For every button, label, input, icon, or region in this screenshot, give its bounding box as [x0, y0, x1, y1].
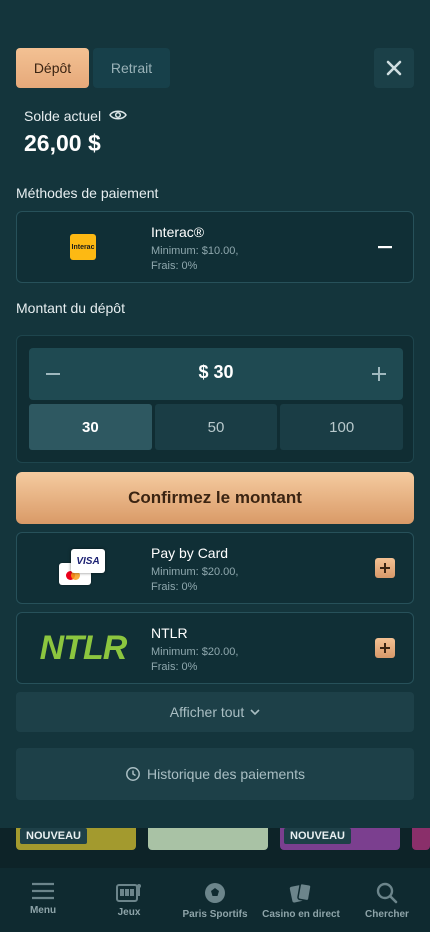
nav-sports-betting[interactable]: Paris Sportifs	[172, 868, 258, 932]
amount-panel: $ 30 30 50 100	[16, 335, 414, 463]
game-tile[interactable]: NOUVEAU	[16, 828, 136, 850]
history-icon	[126, 767, 140, 781]
nav-games[interactable]: Jeux	[86, 868, 172, 932]
nav-label: Casino en direct	[262, 909, 340, 920]
amount-presets: 30 50 100	[29, 404, 404, 450]
payment-history-button[interactable]: Historique des paiements	[16, 748, 414, 800]
confirm-amount-button[interactable]: Confirmez le montant	[16, 472, 414, 524]
nav-label: Jeux	[117, 907, 141, 918]
ntlr-logo: NTLR	[17, 613, 149, 683]
method-card-ntlr[interactable]: NTLR NTLR Minimum: $20.00, Frais: 0%	[16, 612, 414, 684]
amount-value[interactable]: $ 30	[29, 362, 403, 383]
close-button[interactable]	[374, 48, 414, 88]
method-fees: Frais: 0%	[151, 661, 198, 673]
method-minimum: Minimum: $10.00,	[151, 245, 239, 257]
nav-search[interactable]: Chercher	[344, 868, 430, 932]
eye-toggle[interactable]	[109, 108, 127, 124]
tab-withdraw[interactable]: Retrait	[93, 48, 170, 88]
expand-method-button[interactable]	[375, 558, 395, 578]
payment-methods-label: Méthodes de paiement	[16, 185, 159, 201]
amount-stepper: $ 30	[29, 348, 403, 400]
nav-menu[interactable]: Menu	[0, 868, 86, 932]
slot-machine-icon	[116, 884, 141, 902]
game-tile[interactable]: NOUVEAU	[280, 828, 400, 850]
games-strip: NOUVEAU NOUVEAU	[0, 828, 430, 868]
menu-icon	[32, 882, 54, 900]
method-card-interac[interactable]: Interac Interac® Minimum: $10.00, Frais:…	[16, 211, 414, 283]
method-name: NTLR	[151, 625, 188, 641]
payment-history-label: Historique des paiements	[147, 766, 305, 782]
bottom-nav: Menu Jeux Paris Sportifs Casino en direc…	[0, 868, 430, 932]
method-card-pay-by-card[interactable]: VISA Pay by Card Minimum: $20.00, Frais:…	[16, 532, 414, 604]
new-badge: NOUVEAU	[20, 828, 88, 844]
method-fees: Frais: 0%	[151, 260, 198, 272]
increase-amount-button[interactable]	[367, 362, 391, 386]
cards-icon	[289, 882, 312, 903]
method-minimum: Minimum: $20.00,	[151, 566, 239, 578]
plus-icon	[372, 367, 386, 381]
tab-deposit[interactable]: Dépôt	[16, 48, 89, 88]
nav-label: Paris Sportifs	[182, 909, 248, 920]
close-icon	[386, 60, 402, 76]
expand-method-button[interactable]	[375, 638, 395, 658]
eye-icon	[109, 110, 127, 120]
game-tile[interactable]	[148, 828, 268, 850]
game-tile[interactable]	[412, 828, 430, 850]
balance-label-row: Solde actuel	[24, 108, 127, 124]
collapse-method-button[interactable]	[375, 237, 395, 257]
deposit-modal: Dépôt Retrait Solde actuel 26,00 $ Métho…	[0, 0, 430, 828]
balance-label: Solde actuel	[24, 108, 102, 124]
chevron-down-icon	[250, 709, 260, 715]
deposit-withdraw-tabs: Dépôt Retrait	[16, 48, 170, 88]
show-all-button[interactable]: Afficher tout	[16, 692, 414, 732]
ntlr-logo-text: NTLR	[39, 628, 128, 667]
method-name: Pay by Card	[151, 545, 229, 561]
deposit-amount-label: Montant du dépôt	[16, 300, 125, 316]
preset-30[interactable]: 30	[29, 404, 152, 450]
plus-icon	[380, 563, 390, 573]
nav-live-casino[interactable]: Casino en direct	[258, 868, 344, 932]
method-minimum: Minimum: $20.00,	[151, 646, 239, 658]
visa-logo-text: VISA	[76, 555, 100, 567]
minus-icon	[378, 246, 392, 249]
preset-100[interactable]: 100	[280, 404, 404, 450]
card-logo: VISA	[17, 533, 149, 603]
method-fees: Frais: 0%	[151, 581, 198, 593]
search-icon	[376, 882, 398, 904]
plus-icon	[380, 643, 390, 653]
balance-value: 26,00 $	[24, 130, 101, 156]
interac-logo: Interac	[17, 212, 149, 282]
method-name: Interac®	[151, 224, 205, 240]
soccer-ball-icon	[205, 883, 225, 903]
interac-logo-text: Interac	[71, 243, 95, 251]
nav-label: Menu	[29, 905, 57, 916]
preset-50[interactable]: 50	[154, 404, 278, 450]
nav-label: Chercher	[365, 909, 409, 920]
show-all-label: Afficher tout	[169, 704, 245, 720]
new-badge: NOUVEAU	[284, 828, 352, 844]
